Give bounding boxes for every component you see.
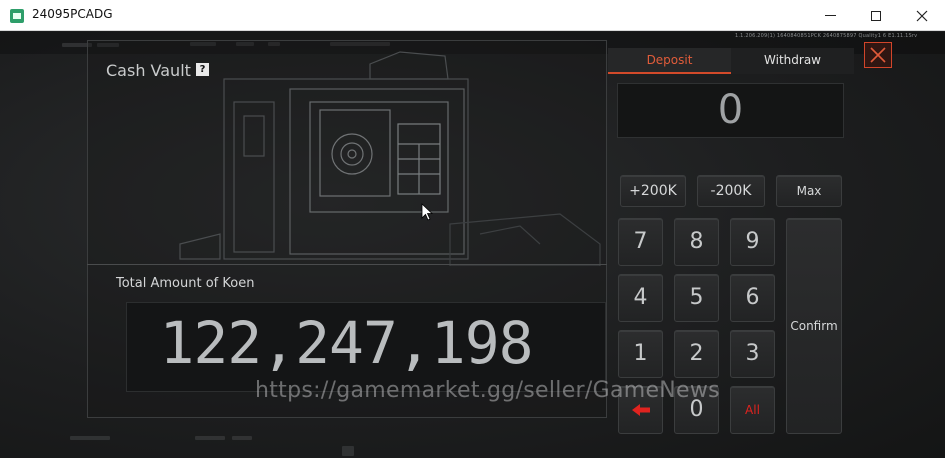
background-ui-blur <box>70 436 110 440</box>
close-icon <box>916 10 928 21</box>
confirm-label: Confirm <box>790 319 838 333</box>
help-icon[interactable]: ? <box>196 63 209 76</box>
app-icon <box>10 9 24 23</box>
amount-display: 0 <box>717 87 744 133</box>
total-amount-label: Total Amount of Koen <box>116 276 255 291</box>
key-9[interactable]: 9 <box>730 218 775 266</box>
maximize-icon <box>871 10 881 21</box>
key-7[interactable]: 7 <box>618 218 663 266</box>
vault-close-button[interactable] <box>864 42 892 68</box>
key-1[interactable]: 1 <box>618 330 663 378</box>
vault-title: Cash Vault <box>106 61 191 80</box>
all-button[interactable]: All <box>730 386 775 434</box>
key-2[interactable]: 2 <box>674 330 719 378</box>
window-close-button[interactable] <box>899 0 945 31</box>
build-info-text: 1.1.206.209(1) 1640840851PCK 2640875897 … <box>735 33 918 39</box>
key-8[interactable]: 8 <box>674 218 719 266</box>
mouse-cursor-icon <box>421 203 433 221</box>
transfer-tabs: Deposit Withdraw <box>608 48 854 74</box>
vault-illustration <box>179 51 601 266</box>
confirm-button[interactable]: Confirm <box>786 218 842 434</box>
minimize-button[interactable] <box>807 0 853 31</box>
window-title: 24095PCADG <box>32 7 113 21</box>
panel-divider <box>87 264 607 265</box>
background-ui-blur <box>232 436 252 440</box>
key-4[interactable]: 4 <box>618 274 663 322</box>
minus-200k-button[interactable]: -200K <box>697 175 765 207</box>
max-button[interactable]: Max <box>776 175 842 207</box>
key-5[interactable]: 5 <box>674 274 719 322</box>
plus-200k-button[interactable]: +200K <box>620 175 686 207</box>
minimize-icon <box>824 15 836 16</box>
key-6[interactable]: 6 <box>730 274 775 322</box>
tab-withdraw[interactable]: Withdraw <box>731 48 854 74</box>
window-titlebar: 24095PCADG <box>0 0 945 31</box>
watermark-text: https://gamemarket.gg/seller/GameNews <box>255 378 720 403</box>
maximize-button[interactable] <box>853 0 899 31</box>
background-ui-blur <box>195 436 225 440</box>
backspace-arrow-icon <box>631 404 650 416</box>
close-icon <box>870 47 886 63</box>
total-amount-value: 122,247,198 <box>159 309 533 377</box>
key-3[interactable]: 3 <box>730 330 775 378</box>
tab-deposit[interactable]: Deposit <box>608 48 731 74</box>
background-ui-blur <box>342 446 354 456</box>
